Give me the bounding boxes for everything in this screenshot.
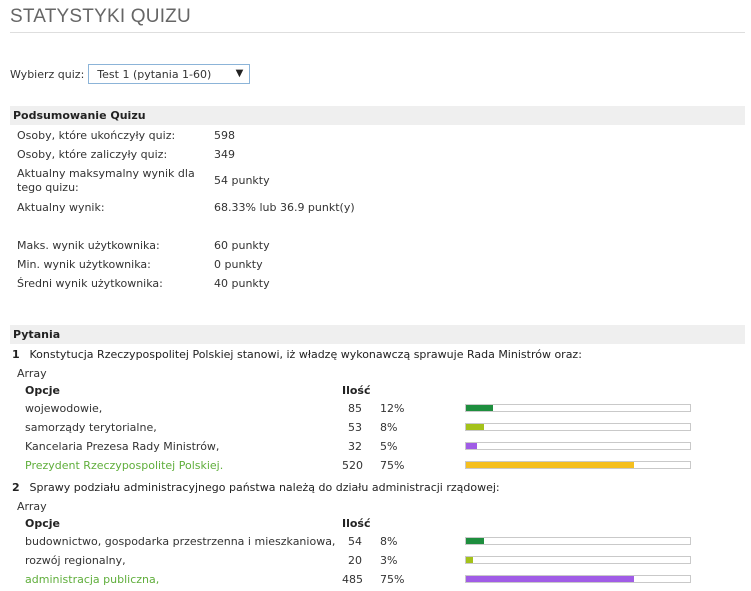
- answer-row: budownictwo, gospodarka przestrzenna i m…: [0, 535, 751, 553]
- summary-value: 60 punkty: [214, 239, 270, 252]
- answer-row: rozwój regionalny, 20 3%: [0, 554, 751, 572]
- answer-row: wojewodowie, 85 12%: [0, 402, 751, 420]
- question-number: 1: [12, 348, 20, 361]
- quiz-select[interactable]: Test 1 (pytania 1-60) ▼: [88, 64, 251, 84]
- answer-option: rozwój regionalny,: [25, 554, 126, 567]
- question-number: 2: [12, 481, 20, 494]
- answer-percent: 5%: [380, 440, 398, 453]
- answer-percent: 3%: [380, 554, 398, 567]
- summary-label: Średni wynik użytkownika:: [17, 277, 163, 290]
- answer-option: wojewodowie,: [25, 402, 103, 415]
- answer-percent: 75%: [380, 459, 405, 472]
- summary-value: 68.33% lub 36.9 punkt(y): [214, 201, 355, 214]
- options-column-header: Opcje: [25, 517, 60, 530]
- answer-option: samorządy terytorialne,: [25, 421, 157, 434]
- dropdown-caret-icon: ▼: [235, 68, 244, 79]
- summary-heading: Podsumowanie Quizu: [10, 106, 745, 125]
- summary-label: Maks. wynik użytkownika:: [17, 239, 160, 252]
- answer-bar-fill: [466, 557, 473, 563]
- correct-answer-option: administracja publiczna,: [25, 573, 160, 586]
- summary-label: Osoby, które ukończyły quiz:: [17, 129, 176, 142]
- summary-value: 349: [214, 148, 235, 161]
- answer-count: 85: [348, 402, 362, 415]
- answer-bar-fill: [466, 405, 493, 411]
- page-title: STATYSTYKI QUIZU: [10, 6, 191, 27]
- question-text: Konstytucja Rzeczypospolitej Polskiej st…: [29, 348, 582, 361]
- answer-percent: 12%: [380, 402, 405, 415]
- answer-bar-fill: [466, 576, 634, 582]
- answer-count: 32: [348, 440, 362, 453]
- count-column-header: Ilość: [342, 517, 371, 530]
- answer-bar-track: [465, 423, 691, 431]
- question-text: Sprawy podziału administracyjnego państw…: [29, 481, 500, 494]
- answer-option: budownictwo, gospodarka przestrzenna i m…: [25, 535, 336, 548]
- answer-row: Kancelaria Prezesa Rady Ministrów, 32 5%: [0, 440, 751, 458]
- answer-bar-fill: [466, 443, 478, 449]
- quiz-select-label: Wybierz quiz:: [10, 67, 85, 81]
- array-label: Array: [17, 500, 47, 513]
- answer-percent: 8%: [380, 421, 398, 434]
- answer-row: Prezydent Rzeczypospolitej Polskiej. 520…: [0, 459, 751, 477]
- answer-bar-track: [465, 556, 691, 564]
- answer-percent: 8%: [380, 535, 398, 548]
- answer-bar-track: [465, 404, 691, 412]
- answer-count: 485: [342, 573, 363, 586]
- answer-row: samorządy terytorialne, 53 8%: [0, 421, 751, 439]
- answer-count: 520: [342, 459, 363, 472]
- questions-heading: Pytania: [10, 325, 745, 344]
- answer-count: 54: [348, 535, 362, 548]
- answer-count: 53: [348, 421, 362, 434]
- answer-bar-fill: [466, 462, 634, 468]
- answer-count: 20: [348, 554, 362, 567]
- answer-percent: 75%: [380, 573, 405, 586]
- answer-bar-fill: [466, 424, 484, 430]
- title-divider: [10, 32, 745, 33]
- answer-bar-track: [465, 575, 691, 583]
- count-column-header: Ilość: [342, 384, 371, 397]
- answer-bar-track: [465, 461, 691, 469]
- summary-label: Aktualny maksymalny wynik dla tego quizu…: [17, 167, 195, 194]
- correct-answer-option: Prezydent Rzeczypospolitej Polskiej.: [25, 459, 224, 472]
- answer-bar-fill: [466, 538, 484, 544]
- question-line: 1 Konstytucja Rzeczypospolitej Polskiej …: [12, 348, 582, 361]
- answer-option: Kancelaria Prezesa Rady Ministrów,: [25, 440, 220, 453]
- summary-label: Min. wynik użytkownika:: [17, 258, 151, 271]
- answer-bar-track: [465, 442, 691, 450]
- options-column-header: Opcje: [25, 384, 60, 397]
- summary-value: 40 punkty: [214, 277, 270, 290]
- question-line: 2 Sprawy podziału administracyjnego pańs…: [12, 481, 500, 494]
- quiz-select-row: Wybierz quiz: Test 1 (pytania 1-60) ▼: [10, 63, 251, 85]
- summary-label: Osoby, które zaliczyły quiz:: [17, 148, 168, 161]
- summary-label: Aktualny wynik:: [17, 201, 105, 214]
- quiz-select-value: Test 1 (pytania 1-60): [97, 67, 212, 81]
- summary-value: 54 punkty: [214, 174, 270, 187]
- answer-bar-track: [465, 537, 691, 545]
- answer-row: administracja publiczna, 485 75%: [0, 573, 751, 591]
- summary-value: 0 punkty: [214, 258, 263, 271]
- summary-value: 598: [214, 129, 235, 142]
- array-label: Array: [17, 367, 47, 380]
